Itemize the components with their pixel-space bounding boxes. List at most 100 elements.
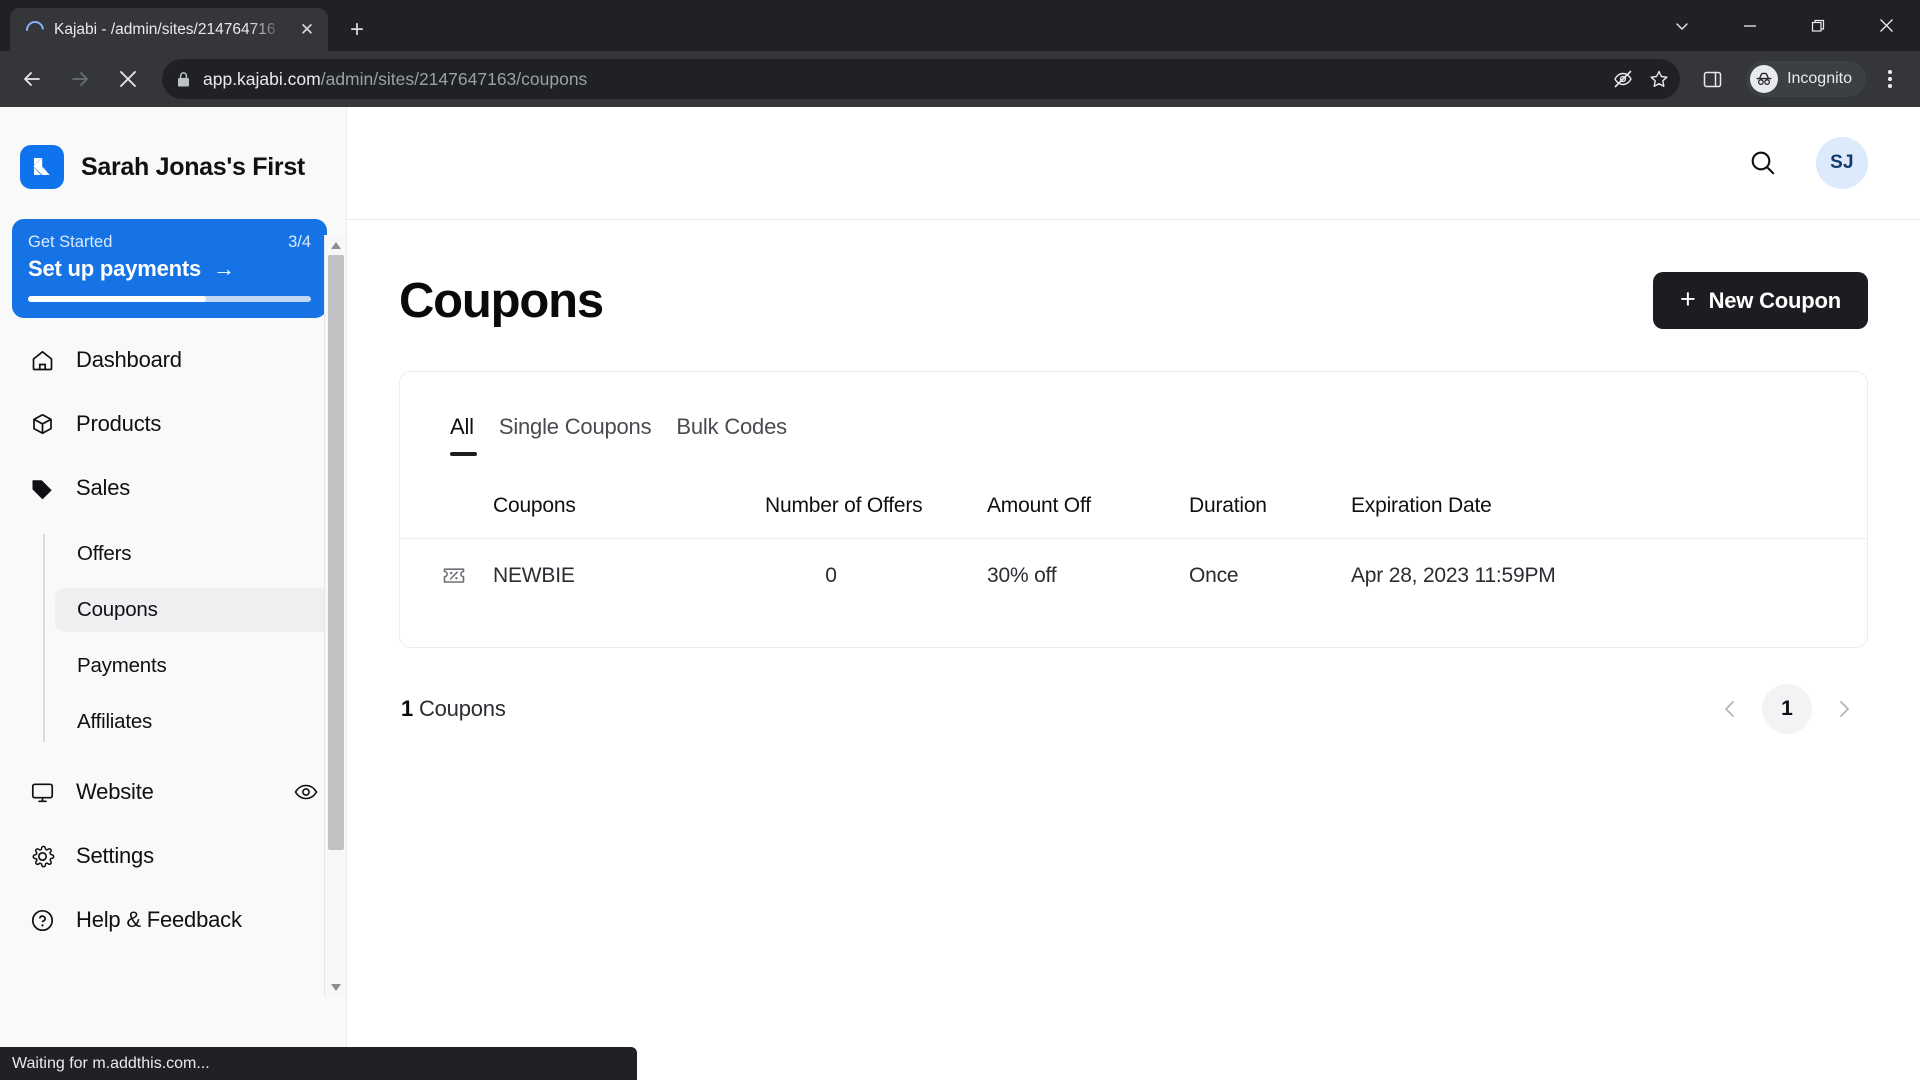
tab-title: Kajabi - /admin/sites/214764716 [54, 20, 276, 38]
tab-bulk-codes[interactable]: Bulk Codes [676, 414, 787, 456]
tab-close-icon[interactable]: ✕ [294, 17, 320, 43]
coupons-table: Coupons Number of Offers Amount Off Dura… [400, 494, 1867, 609]
avatar[interactable]: SJ [1816, 137, 1868, 189]
row-duration: Once [1189, 564, 1239, 587]
brand-name: Sarah Jonas's First [81, 152, 305, 181]
sidebar-item-label: Settings [76, 843, 154, 868]
sidebar-nav-scroll-area: Get Started 3/4 Set up payments → Dashbo… [0, 199, 347, 989]
browser-toolbar: app.kajabi.com/admin/sites/2147647163/co… [0, 51, 1920, 107]
coupon-count: 1 Coupons [401, 696, 506, 722]
lock-icon [176, 71, 191, 88]
kajabi-logo-icon [20, 145, 64, 189]
sidebar-item-settings[interactable]: Settings [14, 834, 333, 878]
sidebar-item-help-feedback[interactable]: Help & Feedback [14, 898, 333, 942]
sidebar-item-label: Dashboard [76, 347, 182, 372]
gear-icon [28, 844, 56, 869]
eye-icon[interactable] [293, 779, 319, 805]
box-icon [28, 412, 56, 437]
sidebar-item-label: Website [76, 779, 154, 804]
app-topbar: SJ [347, 107, 1920, 220]
forward-button[interactable] [58, 57, 102, 101]
coupons-card: All Single Coupons Bulk Codes Coupons Nu… [399, 371, 1868, 648]
table-header-coupons: Coupons [493, 494, 576, 517]
pagination-next-icon[interactable] [1822, 687, 1866, 731]
address-bar[interactable]: app.kajabi.com/admin/sites/2147647163/co… [162, 59, 1681, 99]
sidebar-subitem-label: Payments [77, 654, 167, 677]
sidebar-subitem-label: Coupons [77, 598, 158, 621]
plus-icon: + [1679, 284, 1696, 314]
pagination: 1 [1708, 684, 1866, 734]
tab-single-coupons[interactable]: Single Coupons [499, 414, 652, 456]
get-started-card[interactable]: Get Started 3/4 Set up payments → [12, 219, 327, 318]
omnibox-actions [1612, 68, 1670, 90]
page-content: Coupons + New Coupon All Single Coupons … [347, 220, 1920, 734]
row-amount-off: 30% off [987, 564, 1057, 587]
tracking-blocked-icon[interactable] [1612, 68, 1634, 90]
table-header-amount-off: Amount Off [987, 494, 1091, 517]
sidebar-scrollbar[interactable] [324, 235, 346, 997]
maximize-icon[interactable] [1784, 0, 1852, 51]
get-started-progress-fill [28, 296, 207, 302]
search-icon[interactable] [1744, 144, 1782, 182]
sidebar-subitem-label: Offers [77, 542, 132, 565]
get-started-progress-bar [28, 296, 311, 302]
minimize-icon[interactable] [1716, 0, 1784, 51]
close-window-icon[interactable] [1852, 0, 1920, 51]
sidebar-item-affiliates[interactable]: Affiliates [55, 700, 333, 744]
new-tab-button[interactable]: + [340, 13, 374, 47]
table-header: Coupons Number of Offers Amount Off Dura… [400, 494, 1867, 539]
side-panel-icon[interactable] [1692, 69, 1732, 90]
sidebar-item-products[interactable]: Products [14, 402, 333, 446]
table-row[interactable]: NEWBIE 0 30% off Once Apr 28, 2023 11:59… [400, 539, 1867, 610]
main-content: SJ Coupons + New Coupon All Single Coupo… [347, 107, 1920, 1080]
scroll-up-arrow-icon[interactable] [325, 235, 347, 255]
pagination-current-page[interactable]: 1 [1762, 684, 1812, 734]
brand-header[interactable]: Sarah Jonas's First [0, 107, 346, 199]
page-header: Coupons + New Coupon [399, 272, 1868, 329]
sidebar-item-offers[interactable]: Offers [55, 532, 333, 576]
get-started-count: 3/4 [288, 233, 311, 251]
back-button[interactable] [10, 57, 54, 101]
sidebar-item-dashboard[interactable]: Dashboard [14, 338, 333, 382]
scrollbar-thumb[interactable] [327, 255, 344, 850]
get-started-label: Get Started [28, 233, 113, 251]
pagination-prev-icon[interactable] [1708, 687, 1752, 731]
bookmark-star-icon[interactable] [1648, 68, 1670, 90]
table-header-expiration-date: Expiration Date [1351, 494, 1492, 517]
monitor-icon [28, 780, 56, 805]
sidebar-subnav-sales: Offers Coupons Payments Affiliates [43, 532, 347, 744]
browser-window: Kajabi - /admin/sites/214764716 ✕ + app.… [0, 0, 1920, 1080]
scroll-down-arrow-icon[interactable] [325, 977, 347, 997]
get-started-title: Set up payments [28, 256, 202, 281]
tab-strip: Kajabi - /admin/sites/214764716 ✕ + [0, 0, 1920, 51]
tag-icon [28, 476, 56, 501]
arrow-right-icon: → [213, 256, 235, 281]
app-sidebar: Sarah Jonas's First Get Started 3/4 Set … [0, 107, 347, 1080]
table-header-duration: Duration [1189, 494, 1267, 517]
url-text: app.kajabi.com/admin/sites/2147647163/co… [203, 69, 587, 90]
incognito-icon [1750, 65, 1779, 93]
row-coupon-name: NEWBIE [493, 564, 575, 587]
page-title: Coupons [399, 273, 604, 328]
new-coupon-button[interactable]: + New Coupon [1652, 272, 1868, 329]
sidebar-subitem-label: Affiliates [77, 710, 153, 733]
scrollbar-track[interactable] [325, 255, 347, 977]
tab-all[interactable]: All [450, 414, 477, 456]
url-path: /admin/sites/2147647163/coupons [320, 68, 588, 89]
browser-menu-button[interactable] [1870, 59, 1910, 99]
tab-search-icon[interactable] [1648, 0, 1716, 51]
browser-tab[interactable]: Kajabi - /admin/sites/214764716 ✕ [10, 8, 328, 51]
sidebar-item-website[interactable]: Website [14, 770, 333, 814]
coupon-count-label: Coupons [413, 696, 506, 721]
page-viewport: Sarah Jonas's First Get Started 3/4 Set … [0, 107, 1920, 1080]
browser-status-bar: Waiting for m.addthis.com... [0, 1047, 637, 1080]
table-footer: 1 Coupons 1 [399, 648, 1868, 734]
incognito-label: Incognito [1787, 70, 1852, 87]
sidebar-item-coupons[interactable]: Coupons [55, 588, 333, 632]
stop-loading-button[interactable] [106, 57, 150, 101]
incognito-profile-chip[interactable]: Incognito [1746, 61, 1866, 97]
table-header-number-of-offers: Number of Offers [765, 494, 923, 517]
sidebar-item-sales[interactable]: Sales [14, 466, 333, 510]
sidebar-item-payments[interactable]: Payments [55, 644, 333, 688]
home-icon [28, 348, 56, 373]
